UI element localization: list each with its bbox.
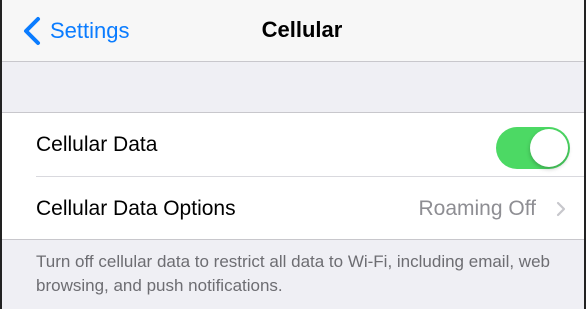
cellular-settings-group: Cellular Data Cellular Data Options Roam…: [0, 112, 586, 240]
cellular-data-footer-note: Turn off cellular data to restrict all d…: [36, 252, 550, 295]
cellular-data-label: Cellular Data: [36, 132, 158, 156]
cellular-data-toggle[interactable]: [496, 127, 570, 169]
cellular-data-options-row[interactable]: Cellular Data Options Roaming Off: [0, 177, 586, 240]
page-title: Cellular: [261, 17, 343, 42]
cellular-settings-screen: Settings Cellular Cellular Data Cellular…: [0, 0, 586, 309]
chevron-right-icon: [556, 201, 566, 217]
navigation-bar: Settings Cellular: [0, 0, 586, 62]
cellular-data-row: Cellular Data: [0, 113, 586, 177]
frame-edge-left: [0, 0, 2, 309]
roaming-status-value: Roaming Off: [418, 196, 537, 220]
toggle-knob: [530, 129, 568, 167]
cellular-data-options-label: Cellular Data Options: [36, 196, 236, 220]
